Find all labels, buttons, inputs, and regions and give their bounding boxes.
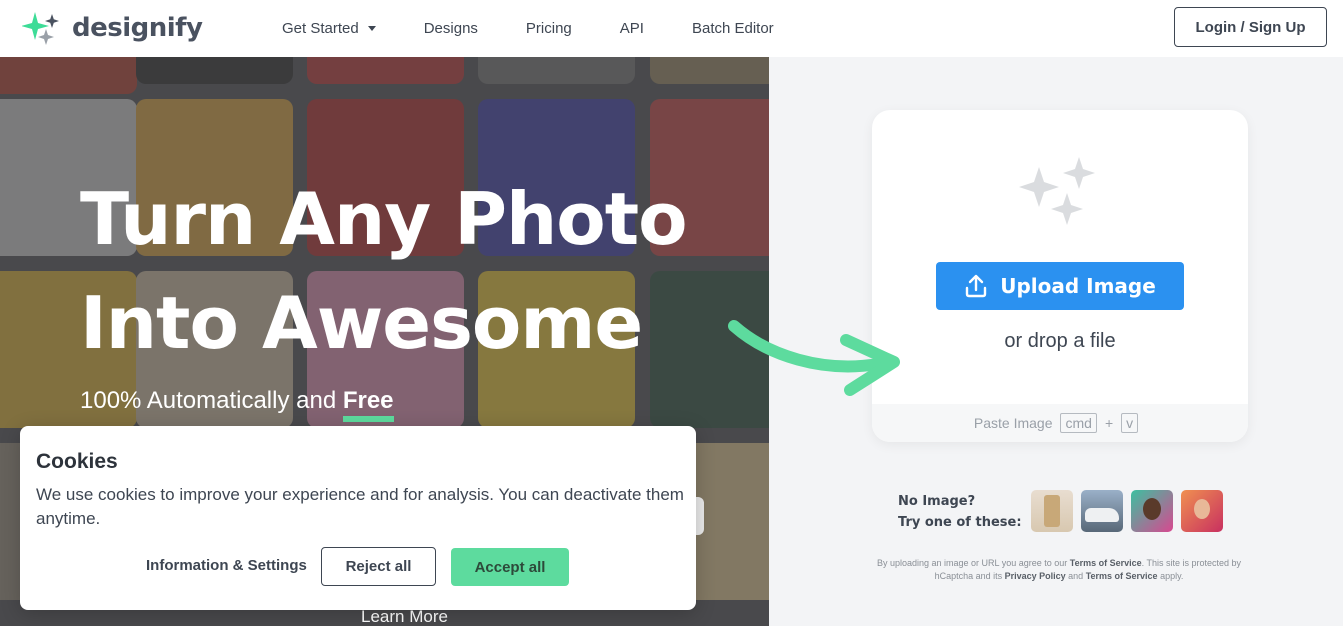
product-shape <box>1044 495 1060 527</box>
legal-text: By uploading an image or URL you agree t… <box>869 557 1249 583</box>
hero-subtitle-prefix: 100% Automatically and <box>80 387 343 414</box>
car-shape <box>1085 508 1119 522</box>
hero-title-line2: Into Awesome <box>80 281 643 365</box>
no-image-line1: No Image? <box>898 494 976 509</box>
login-signup-button[interactable]: Login / Sign Up <box>1174 7 1327 47</box>
legal-part1: By uploading an image or URL you agree t… <box>876 558 1070 568</box>
upload-image-label: Upload Image <box>1000 274 1156 298</box>
hero-title-line1: Turn Any Photo <box>80 177 688 261</box>
portrait-head <box>1194 499 1210 519</box>
paste-label: Paste Image <box>973 415 1053 431</box>
cookie-title: Cookies <box>36 450 118 473</box>
upload-image-button[interactable]: Upload Image <box>936 262 1184 310</box>
cmd-key: cmd <box>1060 413 1097 433</box>
plus-sign: + <box>1104 415 1114 431</box>
hero-title: Turn Any Photo Into Awesome <box>80 167 688 375</box>
cookie-banner: Cookies We use cookies to improve your e… <box>20 426 696 610</box>
drop-file-text: or drop a file <box>1004 330 1116 352</box>
sparkle-icon <box>1019 157 1095 225</box>
nav-get-started-label: Get Started <box>282 20 359 37</box>
paste-hint: Paste Image cmd + v <box>872 404 1248 442</box>
nav-designs[interactable]: Designs <box>424 20 478 37</box>
legal-part3: and <box>1065 571 1086 581</box>
terms-link-2[interactable]: Terms of Service <box>1086 571 1158 581</box>
upload-card[interactable]: Upload Image or drop a file Paste Image … <box>872 110 1248 442</box>
chevron-down-icon <box>367 26 376 31</box>
reject-all-button[interactable]: Reject all <box>321 547 436 586</box>
cookie-info-settings-link[interactable]: Information & Settings <box>146 557 307 574</box>
sample-product-thumb[interactable] <box>1031 490 1073 532</box>
no-image-prompt: No Image? Try one of these: <box>898 491 1022 533</box>
top-header: designify Get Started Designs Pricing AP… <box>0 0 1343 57</box>
sample-images <box>1031 490 1231 532</box>
sparkle-logo-icon <box>22 12 59 45</box>
logo[interactable]: designify <box>22 10 203 46</box>
upload-icon <box>966 274 987 298</box>
brand-name: designify <box>72 13 203 43</box>
nav-get-started[interactable]: Get Started <box>282 20 376 37</box>
cookie-text: We use cookies to improve your experienc… <box>36 485 684 528</box>
curved-arrow-icon <box>728 320 900 396</box>
main-nav: Get Started Designs Pricing API Batch Ed… <box>282 0 822 57</box>
privacy-link[interactable]: Privacy Policy <box>1005 571 1066 581</box>
legal-part4: apply. <box>1157 571 1184 581</box>
person-head <box>1143 498 1161 520</box>
nav-batch-editor[interactable]: Batch Editor <box>692 20 774 37</box>
v-key: v <box>1121 413 1139 433</box>
hero-subtitle-bold: Free <box>342 387 394 422</box>
nav-pricing[interactable]: Pricing <box>526 20 572 37</box>
terms-link[interactable]: Terms of Service <box>1070 558 1142 568</box>
sample-car-thumb[interactable] <box>1081 490 1123 532</box>
no-image-line2: Try one of these: <box>898 515 1022 530</box>
nav-api[interactable]: API <box>620 20 644 37</box>
accept-all-button[interactable]: Accept all <box>451 548 569 586</box>
hero-subtitle: 100% Automatically and Free <box>80 387 394 422</box>
sample-person-thumb[interactable] <box>1131 490 1173 532</box>
sample-portrait-thumb[interactable] <box>1181 490 1223 532</box>
